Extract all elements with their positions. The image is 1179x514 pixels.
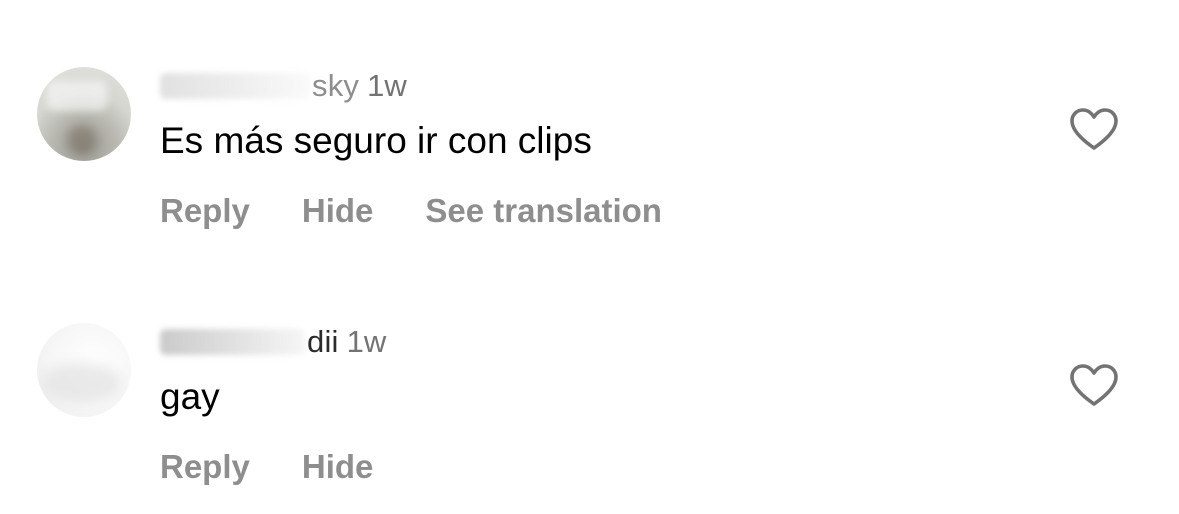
- see-translation-button[interactable]: See translation: [425, 192, 662, 230]
- username-visible-part: sky: [312, 68, 360, 103]
- heart-outline-icon[interactable]: [1068, 362, 1120, 408]
- comment-header: dii 1w: [160, 324, 386, 364]
- avatar-blur: [67, 125, 97, 155]
- hide-button[interactable]: Hide: [302, 192, 374, 230]
- avatar[interactable]: [37, 323, 131, 417]
- hide-button[interactable]: Hide: [302, 448, 374, 486]
- username-visible-part: dii: [307, 324, 339, 359]
- heart-outline-icon[interactable]: [1068, 106, 1120, 152]
- username-obscured: [160, 73, 310, 99]
- reply-button[interactable]: Reply: [160, 192, 250, 230]
- comment-item: sky 1w Es más seguro ir con clips Reply …: [0, 62, 1179, 262]
- avatar[interactable]: [37, 67, 131, 161]
- username-obscured: [160, 329, 305, 355]
- avatar-blur: [41, 363, 121, 403]
- comment-timestamp: 1w: [367, 68, 407, 103]
- comment-header: sky 1w: [160, 68, 407, 108]
- username[interactable]: sky: [160, 68, 359, 104]
- comment-text: Es más seguro ir con clips: [160, 120, 592, 161]
- comment-timestamp: 1w: [346, 324, 387, 359]
- avatar-blur: [47, 81, 107, 111]
- comment-actions: Reply Hide: [160, 448, 373, 486]
- comment-text: gay: [160, 376, 220, 417]
- comment-actions: Reply Hide See translation: [160, 192, 662, 230]
- username[interactable]: dii: [160, 324, 339, 360]
- comment-item: dii 1w gay Reply Hide: [0, 318, 1179, 508]
- reply-button[interactable]: Reply: [160, 448, 250, 486]
